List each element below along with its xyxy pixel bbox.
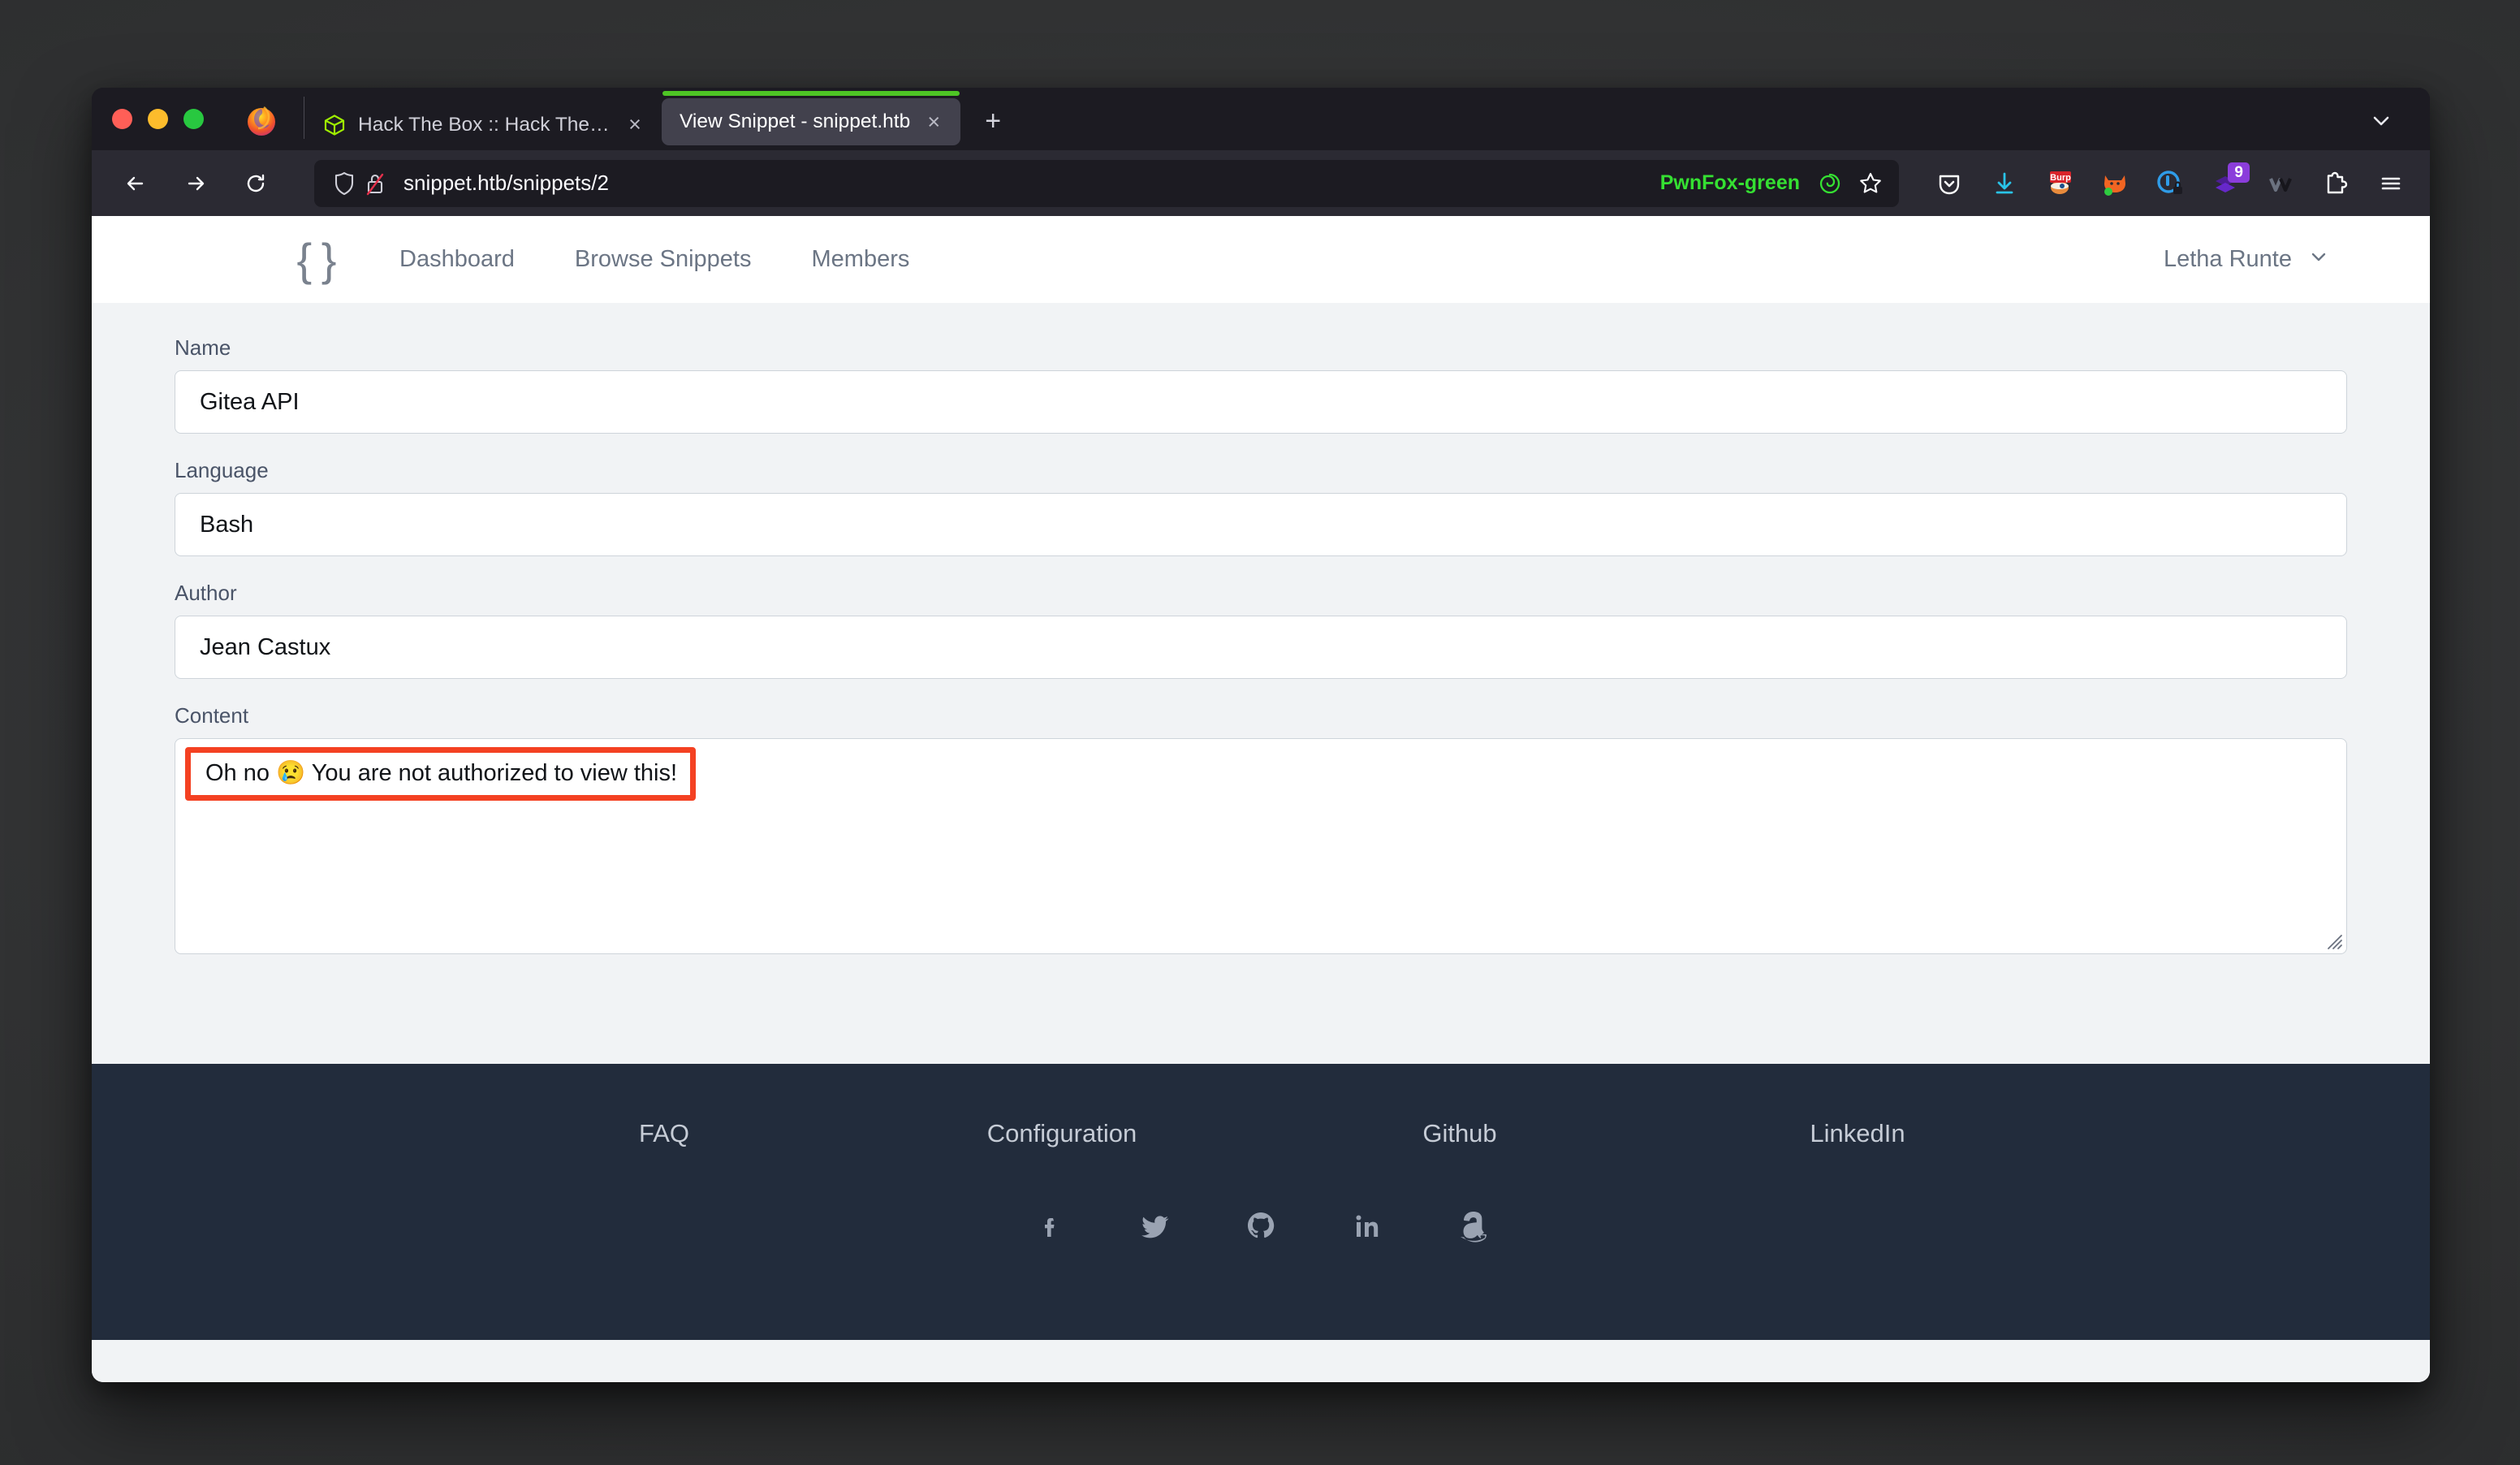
tab-list: Hack The Box :: Hack The Box × View Snip… [304,88,1012,150]
container-indicator[interactable]: PwnFox-green [1660,168,1845,199]
burp-suite-icon[interactable]: Burp [2042,166,2078,201]
page-bottom-strip [92,1340,2430,1382]
close-tab-button[interactable]: × [623,113,647,137]
user-name: Letha Runte [2163,246,2292,272]
language-input[interactable]: Bash [175,493,2347,556]
nav-link-dashboard[interactable]: Dashboard [369,246,545,273]
close-window-button[interactable] [112,109,132,129]
snippet-form: Name Gitea API Language Bash Author Jean… [92,303,2430,1064]
field-label-name: Name [175,335,231,360]
app-menu-icon[interactable] [2373,166,2409,201]
close-tab-button[interactable]: × [921,110,946,134]
insecure-lock-icon[interactable] [360,168,391,199]
url-text: snippet.htb/snippets/2 [403,171,609,195]
field-content: Content Oh no 😢 You are not authorized t… [175,703,2347,954]
content-textarea[interactable]: Oh no 😢 You are not authorized to view t… [175,738,2347,954]
chevron-down-icon [2308,246,2329,274]
new-tab-button[interactable]: + [973,102,1012,140]
nav-link-browse-snippets[interactable]: Browse Snippets [545,246,782,273]
github-icon[interactable] [1242,1207,1279,1244]
facebook-icon[interactable] [1031,1207,1068,1244]
footer-social-icons [92,1207,2430,1244]
window-controls [92,88,223,150]
annotation-highlight-box: Oh no 😢 You are not authorized to view t… [185,747,697,801]
extensions-puzzle-icon[interactable] [2318,166,2354,201]
htb-cube-icon [322,113,347,137]
name-input[interactable]: Gitea API [175,370,2347,434]
field-name: Name Gitea API [175,335,2347,434]
site-nav-links: Dashboard Browse Snippets Members [369,246,939,273]
browser-tab-view-snippet[interactable]: View Snippet - snippet.htb × [662,91,961,145]
url-bar[interactable]: snippet.htb/snippets/2 PwnFox-green [314,159,1899,207]
firefox-logo-icon [244,103,279,139]
footer-link-faq[interactable]: FAQ [465,1119,863,1148]
nav-link-members[interactable]: Members [782,246,940,273]
site-footer: FAQ Configuration Github LinkedIn [92,1064,2430,1340]
cookie-editor-icon[interactable] [2152,166,2188,201]
tracking-protection-shield-icon[interactable] [329,168,360,199]
site-logo[interactable]: { } [272,233,360,286]
tab-title: Hack The Box :: Hack The Box [358,113,611,136]
field-label-author: Author [175,581,237,605]
page-viewport: { } Dashboard Browse Snippets Members Le… [92,216,2430,1382]
layers-badge-count: 9 [2228,162,2250,184]
browser-toolbar: snippet.htb/snippets/2 PwnFox-green Burp… [92,150,2430,216]
footer-link-configuration[interactable]: Configuration [863,1119,1261,1148]
user-menu[interactable]: Letha Runte [2164,246,2383,274]
footer-link-github[interactable]: Github [1261,1119,1659,1148]
maximize-window-button[interactable] [183,109,204,129]
site-navigation-bar: { } Dashboard Browse Snippets Members Le… [92,216,2430,303]
browser-window: Hack The Box :: Hack The Box × View Snip… [92,88,2430,1382]
back-button[interactable] [113,161,158,206]
field-label-content: Content [175,703,249,728]
downloads-icon[interactable] [1987,166,2022,201]
wappalyzer-icon[interactable] [2263,166,2298,201]
layers-icon[interactable]: 9 [2207,162,2250,201]
textarea-resize-handle[interactable] [2322,929,2343,950]
container-label: PwnFox-green [1659,171,1800,194]
field-language: Language Bash [175,458,2347,556]
tab-title: View Snippet - snippet.htb [680,110,911,132]
foxyproxy-icon[interactable] [2097,166,2133,201]
browser-tab-hack-the-box[interactable]: Hack The Box :: Hack The Box × [304,99,662,150]
amazon-icon[interactable] [1453,1207,1491,1244]
content-text: Oh no 😢 You are not authorized to view t… [205,760,678,786]
bookmark-star-icon[interactable] [1853,166,1888,201]
pocket-icon[interactable] [1931,166,1967,201]
field-label-language: Language [175,458,269,482]
minimize-window-button[interactable] [148,109,168,129]
twitter-icon[interactable] [1137,1207,1174,1244]
linkedin-icon[interactable] [1348,1207,1385,1244]
container-accent-line [662,91,960,96]
list-all-tabs-chevron-down-icon[interactable] [2363,103,2399,139]
forward-button[interactable] [173,161,218,206]
container-spiral-icon [1814,168,1845,199]
svg-text:Burp: Burp [2050,173,2071,183]
footer-links: FAQ Configuration Github LinkedIn [92,1119,2430,1148]
reload-button[interactable] [233,161,278,206]
field-author: Author Jean Castux [175,581,2347,679]
footer-link-linkedin[interactable]: LinkedIn [1659,1119,2056,1148]
extension-toolbar: Burp 9 [1917,162,2409,201]
browser-tab-strip: Hack The Box :: Hack The Box × View Snip… [92,88,2430,150]
author-input[interactable]: Jean Castux [175,616,2347,679]
